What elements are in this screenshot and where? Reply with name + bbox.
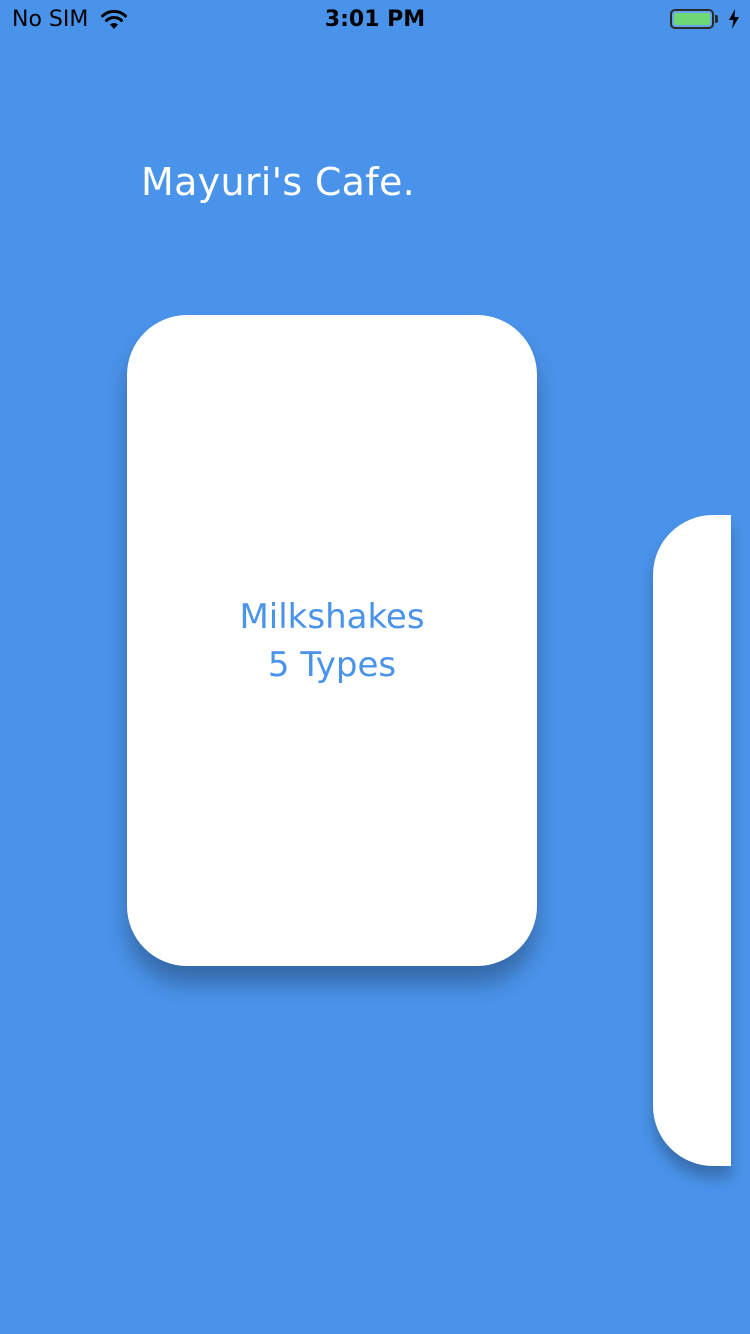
category-card-next[interactable] [653,515,731,1166]
battery-icon [670,9,740,29]
category-card-milkshakes[interactable]: Milkshakes 5 Types [127,315,537,966]
status-bar: No SIM 3:01 PM [0,0,750,40]
card-title: Milkshakes [239,596,425,637]
charging-icon [729,9,739,29]
battery-body [670,9,714,29]
status-time: 3:01 PM [324,7,426,32]
battery-fill [674,13,710,25]
page-title: Mayuri's Cafe. [141,160,416,204]
card-subtitle: 5 Types [267,644,397,685]
battery-tip [715,15,718,23]
